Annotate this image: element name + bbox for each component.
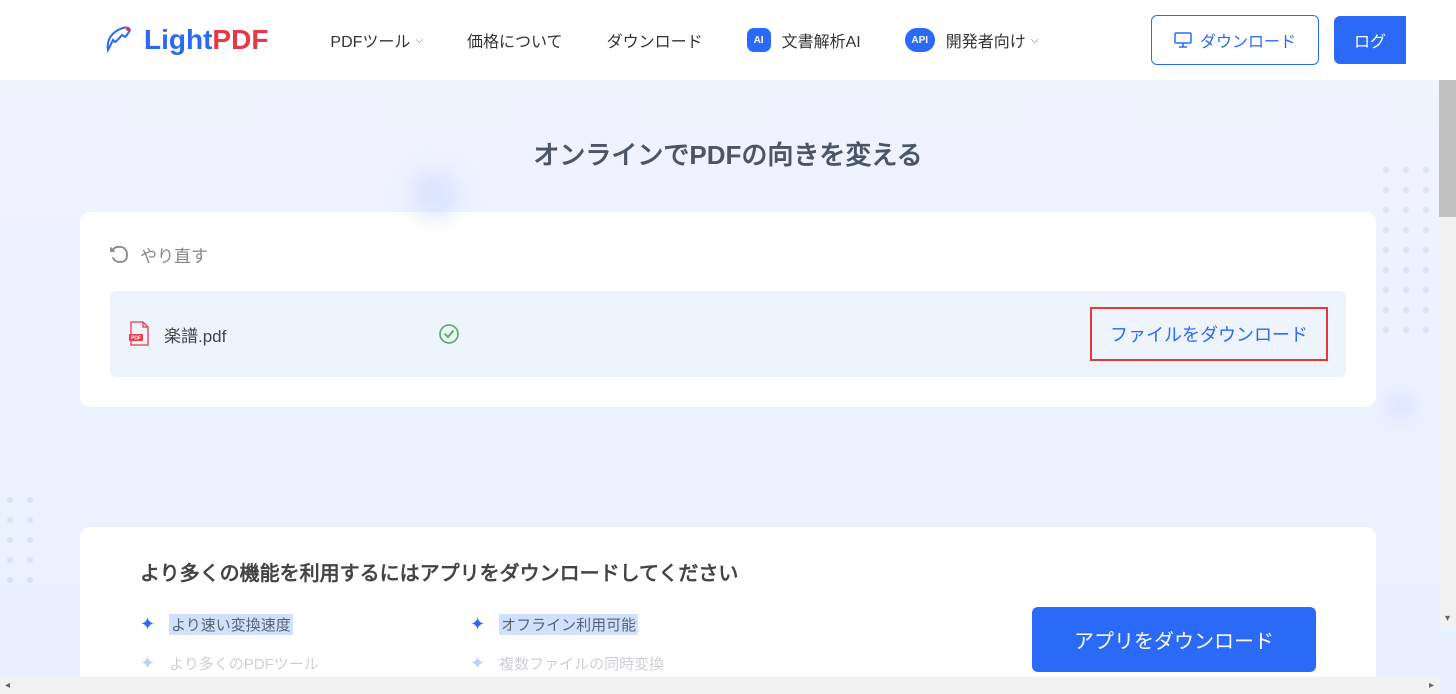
feature-label: 複数ファイルの同時変換 (499, 653, 664, 674)
undo-icon (110, 245, 130, 265)
feature-label: オフライン利用可能 (499, 614, 638, 635)
restart-label: やり直す (140, 242, 208, 267)
logo[interactable]: LightPDF (100, 22, 268, 58)
nav-download[interactable]: ダウンロード (585, 0, 725, 80)
pdf-file-icon: PDF (128, 321, 150, 347)
file-row: PDF 楽譜.pdf ファイルをダウンロード (110, 291, 1346, 377)
promo-title: より多くの機能を利用するにはアプリをダウンロードしてください (140, 557, 750, 586)
chevron-down-icon: ⌵ (415, 35, 423, 46)
nav-developer-label: 開発者向け (946, 28, 1026, 52)
feature-item: ✦ より速い変換速度 (140, 614, 420, 635)
feature-item: ✦ オフライン利用可能 (470, 614, 750, 635)
app-download-label: アプリをダウンロード (1074, 631, 1274, 653)
nav-pricing[interactable]: 価格について (445, 0, 585, 80)
login-button[interactable]: ログ (1334, 16, 1406, 64)
diamond-icon: ✦ (470, 653, 485, 674)
svg-text:PDF: PDF (131, 336, 141, 342)
scrollbar-left-icon[interactable]: ◂ (0, 677, 15, 694)
diamond-icon: ✦ (140, 653, 155, 674)
logo-text-light: Light (144, 24, 212, 56)
logo-text-pdf: PDF (212, 24, 268, 56)
feature-label: より速い変換速度 (169, 614, 293, 635)
nav-pdf-tools-label: PDFツール (330, 28, 410, 52)
download-file-button[interactable]: ファイルをダウンロード (1090, 307, 1328, 361)
feature-item: ✦ 複数ファイルの同時変換 (470, 653, 750, 674)
api-badge-icon: API (905, 28, 935, 52)
diamond-icon: ✦ (140, 614, 155, 635)
feather-logo-icon (100, 22, 136, 58)
feature-item: ✦ より多くのPDFツール (140, 653, 420, 674)
check-circle-icon (438, 323, 460, 345)
chevron-down-icon: ⌵ (1031, 35, 1039, 46)
scrollbar-down-icon[interactable]: ▾ (1439, 610, 1456, 627)
content-card: やり直す PDF 楽譜.pdf ファイルをダウンロード (80, 212, 1376, 407)
monitor-icon (1174, 32, 1192, 48)
login-label: ログ (1354, 34, 1386, 51)
dots-decoration-left (0, 490, 40, 590)
header-download-label: ダウンロード (1200, 28, 1296, 52)
nav-download-label: ダウンロード (607, 28, 703, 52)
page-title: オンラインでPDFの向きを変える (0, 80, 1456, 212)
ai-badge-icon: AI (747, 28, 771, 52)
nav-developer[interactable]: API 開発者向け ⌵ (883, 0, 1061, 80)
diamond-icon: ✦ (470, 614, 485, 635)
file-name: 楽譜.pdf (164, 322, 226, 347)
header: LightPDF PDFツール ⌵ 価格について ダウンロード AI 文書解析A… (0, 0, 1456, 80)
horizontal-scrollbar[interactable]: ◂ ▸ (0, 677, 1439, 694)
header-download-button[interactable]: ダウンロード (1151, 15, 1319, 65)
nav-ai-doc[interactable]: AI 文書解析AI (725, 0, 883, 80)
feature-label: より多くのPDFツール (169, 653, 319, 674)
app-download-button[interactable]: アプリをダウンロード (1032, 607, 1316, 672)
nav-pdf-tools[interactable]: PDFツール ⌵ (308, 0, 445, 80)
scrollbar-right-icon[interactable]: ▸ (1424, 677, 1439, 694)
nav-ai-doc-label: 文書解析AI (782, 28, 861, 52)
restart-link[interactable]: やり直す (110, 242, 1346, 267)
scrollbar[interactable]: ▴ ▾ (1439, 0, 1456, 627)
nav-pricing-label: 価格について (467, 28, 563, 52)
promo-card: より多くの機能を利用するにはアプリをダウンロードしてください ✦ より速い変換速… (80, 527, 1376, 694)
download-file-label: ファイルをダウンロード (1110, 325, 1308, 345)
